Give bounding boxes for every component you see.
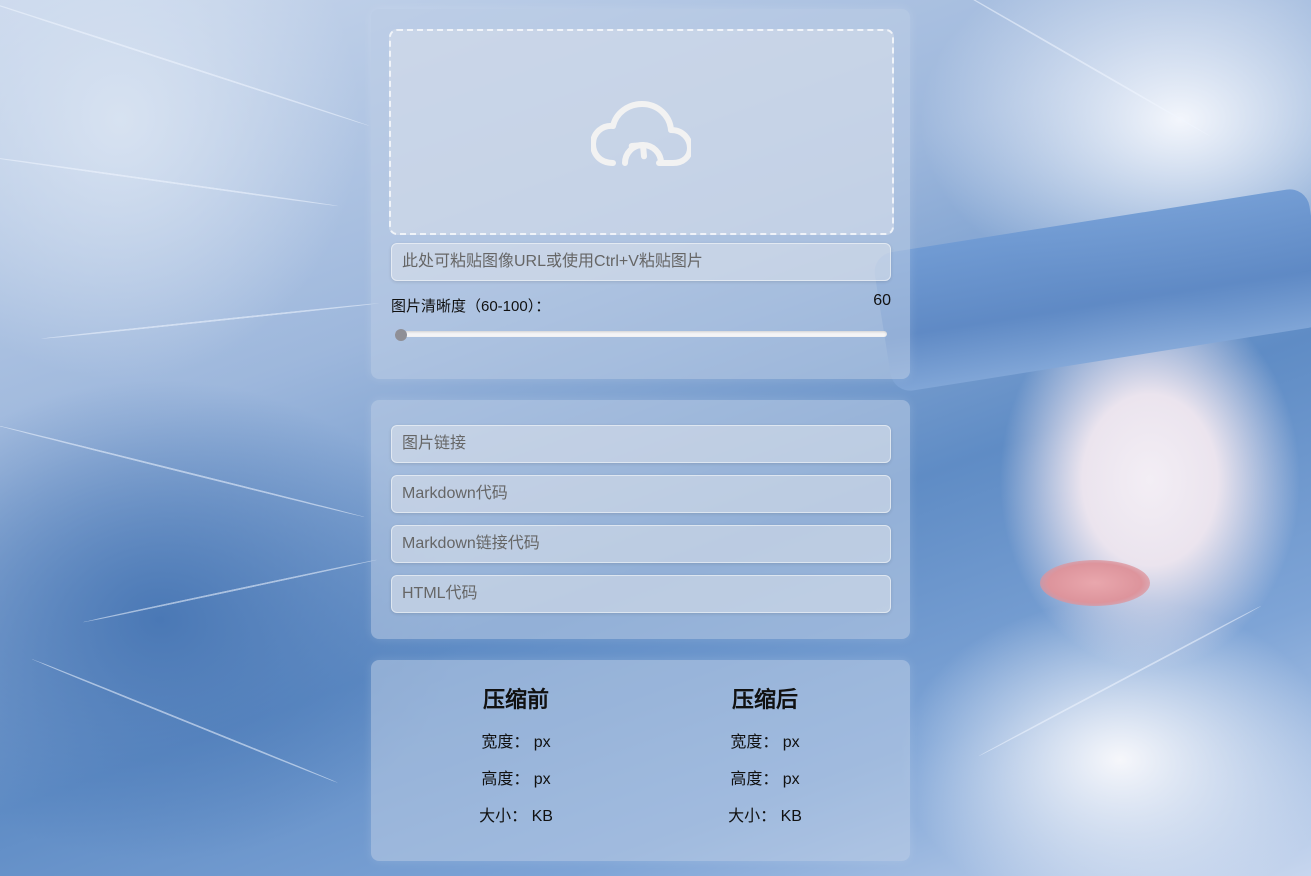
image-link-field[interactable]	[391, 425, 891, 463]
stats-after-title: 压缩后	[731, 687, 798, 712]
output-links-panel	[371, 400, 910, 639]
cloud-upload-icon	[590, 101, 693, 175]
stats-after-size: 大小： KB	[665, 798, 865, 835]
stats-after-height: 高度： px	[665, 761, 865, 798]
markdown-link-code-field[interactable]	[391, 525, 891, 563]
size-unit: KB	[780, 808, 802, 825]
slider-thumb[interactable]	[395, 329, 407, 341]
size-unit: KB	[531, 808, 553, 825]
html-code-field[interactable]	[391, 575, 891, 613]
width-label: 宽度：	[481, 734, 530, 751]
height-unit: px	[533, 771, 551, 788]
height-label: 高度：	[730, 771, 779, 788]
quality-label: 图片清晰度（60-100）：	[391, 298, 551, 315]
size-label: 大小：	[728, 808, 777, 825]
stats-before-height: 高度： px	[416, 761, 616, 798]
upload-panel: 图片清晰度（60-100）： 60	[371, 9, 910, 379]
height-label: 高度：	[481, 771, 530, 788]
image-url-input[interactable]	[391, 243, 891, 281]
stats-after: 压缩后 宽度： px 高度： px 大小： KB	[665, 660, 865, 835]
size-label: 大小：	[479, 808, 528, 825]
quality-slider[interactable]	[395, 329, 887, 341]
stats-before-title: 压缩前	[482, 687, 549, 712]
slider-track[interactable]	[395, 331, 887, 337]
stats-before: 压缩前 宽度： px 高度： px 大小： KB	[416, 660, 616, 835]
width-unit: px	[782, 734, 800, 751]
markdown-code-field[interactable]	[391, 475, 891, 513]
width-unit: px	[533, 734, 551, 751]
stats-before-size: 大小： KB	[416, 798, 616, 835]
quality-value: 60	[873, 292, 891, 309]
height-unit: px	[782, 771, 800, 788]
width-label: 宽度：	[730, 734, 779, 751]
stats-before-width: 宽度： px	[416, 724, 616, 761]
compression-stats-panel: 压缩前 宽度： px 高度： px 大小： KB 压缩后 宽度： px 高度：	[371, 660, 910, 861]
image-dropzone[interactable]	[389, 29, 894, 235]
stats-after-width: 宽度： px	[665, 724, 865, 761]
